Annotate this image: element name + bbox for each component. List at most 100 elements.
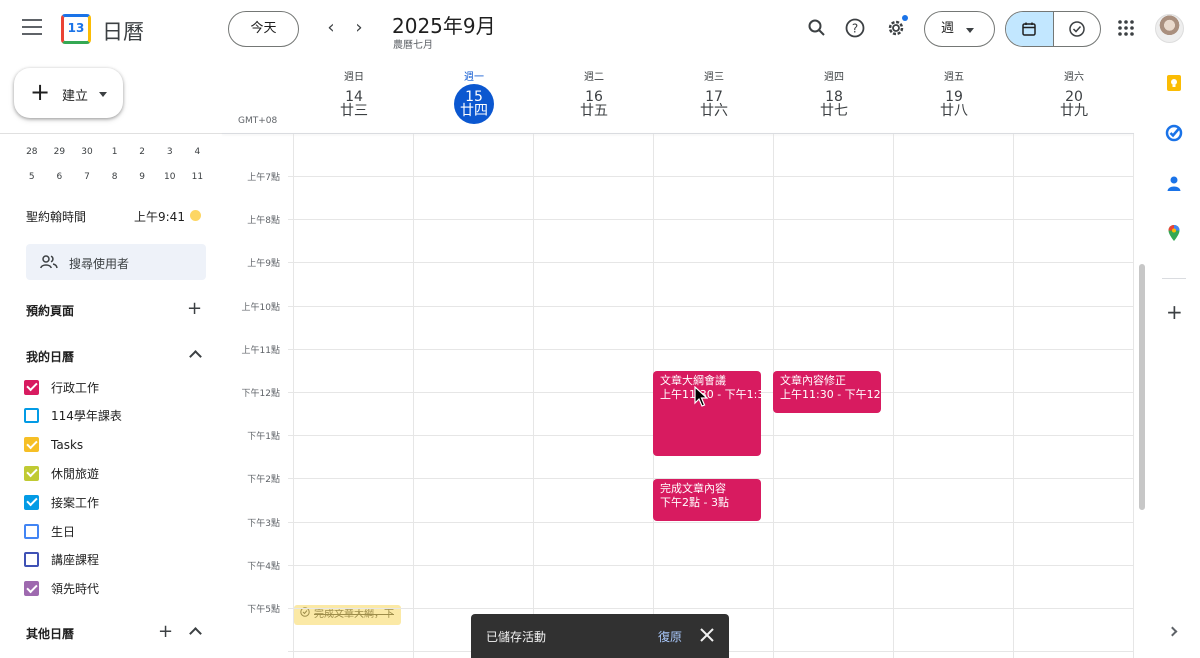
- calendar-checkbox[interactable]: [24, 408, 39, 424]
- mini-calendar-day[interactable]: 10: [156, 172, 184, 182]
- day-column-divider: [1133, 134, 1134, 658]
- lunar-date-label: 廿八: [940, 103, 968, 119]
- snackbar: 已儲存活動 復原: [471, 614, 729, 658]
- my-calendars-title[interactable]: 我的日曆: [26, 348, 74, 365]
- mini-calendar-day[interactable]: 3: [156, 147, 184, 157]
- day-number: 16: [585, 89, 603, 105]
- mini-calendar-day[interactable]: 4: [184, 147, 212, 157]
- calendar-checkbox[interactable]: [24, 552, 39, 568]
- hour-label: 下午12點: [241, 389, 280, 399]
- close-icon[interactable]: [699, 627, 715, 647]
- time-grid[interactable]: 完成文章大綱，下 上午7點 上午8點 上午9點 上午10點 上午11點 下午12點 下午1點…: [222, 134, 1140, 658]
- day-of-week-label: 週一: [464, 72, 484, 83]
- hour-gridline: [288, 348, 1134, 350]
- collapse-chevron-up-icon[interactable]: [189, 627, 202, 640]
- search-icon[interactable]: [805, 16, 829, 40]
- create-button[interactable]: + 建立: [14, 68, 123, 118]
- get-addons-plus-icon[interactable]: +: [1166, 302, 1183, 322]
- calendar-view-icon[interactable]: [1006, 12, 1054, 46]
- day-of-week-label: 週日: [344, 72, 364, 83]
- mini-calendar-day[interactable]: 7: [73, 172, 101, 182]
- other-calendars-title[interactable]: 其他日曆: [26, 625, 74, 642]
- calendar-item[interactable]: 休閒旅遊: [24, 462, 99, 484]
- hour-gridline: [288, 262, 1134, 264]
- day-of-week-label: 週四: [824, 72, 844, 83]
- plus-icon: +: [30, 78, 51, 106]
- mini-calendar-day[interactable]: 1: [101, 147, 129, 157]
- mini-calendar-day[interactable]: 29: [46, 147, 74, 157]
- lunar-date-label: 廿五: [580, 103, 608, 119]
- hour-label: 上午9點: [247, 259, 280, 270]
- calendar-item[interactable]: 領先時代: [24, 578, 99, 600]
- apps-grid-icon[interactable]: [1114, 16, 1138, 40]
- calendar-item[interactable]: 行政工作: [24, 376, 99, 398]
- day-number: 15: [465, 89, 483, 105]
- calendar-item[interactable]: 接案工作: [24, 491, 99, 513]
- calendar-checkbox[interactable]: [24, 523, 39, 539]
- chevron-right-icon[interactable]: [1167, 626, 1178, 637]
- mini-calendar-day[interactable]: 6: [46, 172, 74, 182]
- calendar-item[interactable]: Tasks: [24, 434, 83, 456]
- calendar-checkbox[interactable]: [24, 465, 39, 481]
- mini-calendar-day[interactable]: 5: [18, 172, 46, 182]
- day-of-week-label: 週三: [704, 72, 724, 83]
- lunar-date-label: 廿三: [340, 103, 368, 119]
- hour-label: 下午4點: [247, 561, 280, 572]
- calendar-item[interactable]: 114學年課表: [24, 405, 122, 427]
- today-button[interactable]: 今天: [228, 11, 299, 47]
- day-number: 14: [345, 89, 363, 105]
- add-other-calendar-icon[interactable]: +: [158, 623, 173, 641]
- add-booking-page-icon[interactable]: +: [187, 300, 202, 318]
- contacts-icon[interactable]: [1165, 174, 1183, 192]
- chevron-left-icon[interactable]: ‹: [320, 17, 342, 39]
- day-column-divider: [413, 134, 414, 658]
- mini-calendar-day[interactable]: 9: [128, 172, 156, 182]
- mini-calendar-day[interactable]: 2: [128, 147, 156, 157]
- calendar-checkbox[interactable]: [24, 379, 39, 395]
- mini-calendar-day[interactable]: 28: [18, 147, 46, 157]
- event-block[interactable]: 完成文章內容 下午2點 - 3點: [653, 479, 761, 521]
- calendar-logo-icon: 13: [61, 14, 91, 44]
- lunar-date-label: 廿九: [1060, 103, 1088, 119]
- mini-calendar-day[interactable]: 8: [101, 172, 129, 182]
- event-block[interactable]: 文章內容修正上午11:30 - 下午12:30: [773, 371, 881, 413]
- main-menu-icon[interactable]: [22, 19, 42, 35]
- sidebar: + 建立 28 29 30 1 2 3 4 5 6 7 8 9 10 11 聖約…: [0, 58, 222, 658]
- user-avatar[interactable]: [1155, 14, 1184, 43]
- sidebar-divider: [0, 133, 222, 134]
- calendar-checkbox[interactable]: [24, 581, 39, 597]
- people-search-input[interactable]: 搜尋使用者: [26, 244, 206, 280]
- hour-gridline: [288, 521, 1134, 523]
- mini-calendar-day[interactable]: 11: [184, 172, 212, 182]
- timezone-time: 上午9:41: [134, 210, 185, 224]
- vertical-scrollbar[interactable]: [1139, 264, 1145, 510]
- day-number: 19: [945, 89, 963, 105]
- undo-button[interactable]: 復原: [658, 628, 682, 645]
- day-of-week-label: 週二: [584, 72, 604, 83]
- calendar-checkbox[interactable]: [24, 494, 39, 510]
- calendar-checkbox[interactable]: [24, 437, 39, 453]
- app-title: 日曆: [102, 20, 144, 44]
- calendar-item[interactable]: 生日: [24, 520, 75, 542]
- calendar-item[interactable]: 講座課程: [24, 549, 99, 571]
- people-icon: [40, 254, 58, 273]
- mini-calendar-day[interactable]: 30: [73, 147, 101, 157]
- hour-label: 上午10點: [241, 302, 280, 313]
- tasks-view-icon[interactable]: [1054, 12, 1101, 46]
- collapse-chevron-up-icon[interactable]: [189, 350, 202, 363]
- keep-icon[interactable]: [1165, 74, 1183, 92]
- chevron-right-icon[interactable]: ›: [348, 17, 370, 39]
- tasks-icon[interactable]: [1165, 124, 1183, 142]
- day-of-week-label: 週五: [944, 72, 964, 83]
- hour-label: 上午11點: [241, 345, 280, 356]
- calendar-name: 領先時代: [51, 582, 100, 597]
- day-column-divider: [893, 134, 894, 658]
- hour-label: 上午7點: [247, 173, 280, 183]
- hour-gridline: [288, 219, 1134, 221]
- maps-icon[interactable]: [1165, 224, 1183, 242]
- view-selector[interactable]: 週: [924, 11, 995, 47]
- event-block[interactable]: 文章大綱會議 上午11:30 - 下午1:30: [653, 371, 761, 456]
- help-icon[interactable]: ?: [843, 16, 867, 40]
- hour-label: 下午1點: [247, 432, 280, 443]
- side-panel: +: [1148, 58, 1200, 658]
